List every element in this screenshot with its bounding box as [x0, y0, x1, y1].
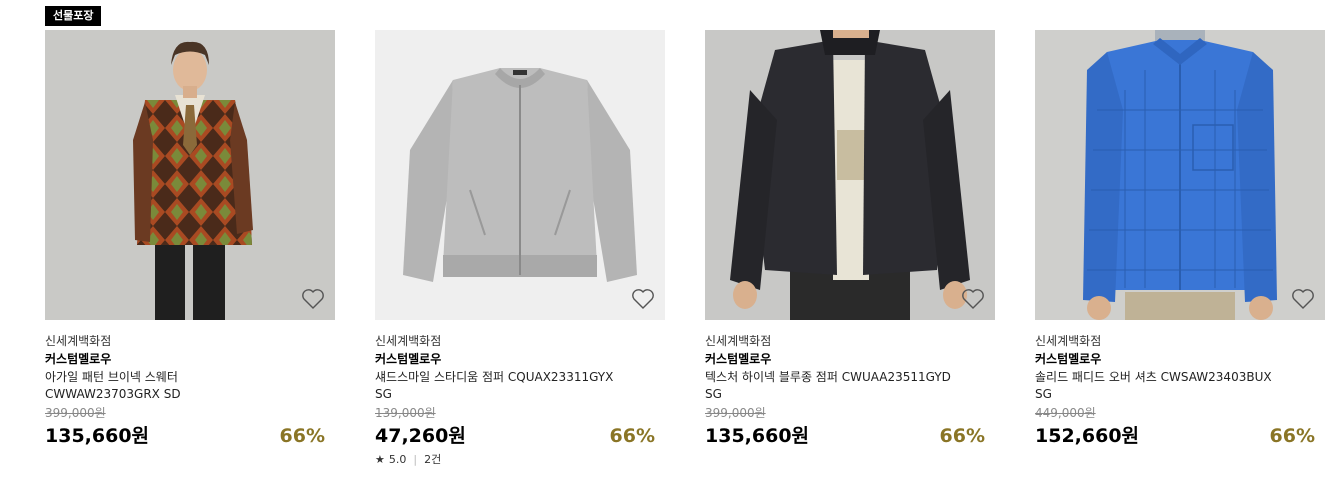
product-card[interactable]: 신세계백화점 커스텀멜로우 솔리드 패디드 오버 셔츠 CWSAW23403BU…: [1035, 30, 1325, 467]
product-name-line1: 솔리드 패디드 오버 셔츠 CWSAW23403BUX: [1035, 370, 1272, 384]
wishlist-heart-icon[interactable]: [631, 288, 655, 310]
product-name-line2: CWWAW23703GRX SD: [45, 387, 181, 401]
product-name-line2: SG: [705, 387, 722, 401]
price-row: 135,660원 66%: [45, 421, 325, 447]
price-row: 47,260원 66%: [375, 421, 655, 447]
store-name[interactable]: 신세계백화점: [705, 333, 995, 350]
black-blouson-image: [705, 30, 995, 320]
argyle-cardigan-image: [45, 30, 335, 320]
product-name-line1: 섀드스마일 스타디움 점퍼 CQUAX23311GYX: [375, 370, 614, 384]
star-icon: ★: [375, 452, 385, 466]
brand-name[interactable]: 커스텀멜로우: [45, 350, 335, 369]
product-name-line2: SG: [375, 387, 392, 401]
product-image[interactable]: [45, 30, 335, 320]
original-price: 449,000원: [1035, 406, 1096, 420]
product-card[interactable]: 신세계백화점 커스텀멜로우 섀드스마일 스타디움 점퍼 CQUAX23311GY…: [375, 30, 665, 467]
discount-rate: 66%: [939, 425, 985, 447]
wishlist-heart-icon[interactable]: [1291, 288, 1315, 310]
product-name-line2: SG: [1035, 387, 1052, 401]
blue-padded-shirt-image: [1035, 30, 1325, 320]
store-name[interactable]: 신세계백화점: [1035, 333, 1325, 350]
sale-price: 152,660원: [1035, 425, 1140, 447]
price-row: 152,660원 66%: [1035, 421, 1315, 447]
product-name-line1: 텍스처 하이넥 블루종 점퍼 CWUAA23511GYD: [705, 370, 951, 384]
original-price: 139,000원: [375, 406, 436, 420]
product-name[interactable]: 솔리드 패디드 오버 셔츠 CWSAW23403BUX SG: [1035, 369, 1315, 403]
store-name[interactable]: 신세계백화점: [375, 333, 665, 350]
sale-price: 135,660원: [705, 425, 810, 447]
review-count: 2건: [424, 453, 442, 466]
product-image[interactable]: [1035, 30, 1325, 320]
product-card[interactable]: 신세계백화점 커스텀멜로우 아가일 패턴 브이넥 스웨터 CWWAW23703G…: [45, 30, 335, 467]
brand-name[interactable]: 커스텀멜로우: [705, 350, 995, 369]
product-name-line1: 아가일 패턴 브이넥 스웨터: [45, 370, 178, 384]
review-summary[interactable]: ★ 5.0 | 2건: [375, 451, 665, 467]
price-row: 135,660원 66%: [705, 421, 985, 447]
product-name[interactable]: 텍스처 하이넥 블루종 점퍼 CWUAA23511GYD SG: [705, 369, 985, 403]
product-name[interactable]: 섀드스마일 스타디움 점퍼 CQUAX23311GYX SG: [375, 369, 655, 403]
discount-rate: 66%: [279, 425, 325, 447]
original-price: 399,000원: [45, 406, 106, 420]
grey-zip-jacket-image: [375, 30, 665, 320]
discount-rate: 66%: [609, 425, 655, 447]
gift-wrap-badge: 선물포장: [45, 6, 102, 26]
product-image[interactable]: [375, 30, 665, 320]
product-name[interactable]: 아가일 패턴 브이넥 스웨터 CWWAW23703GRX SD: [45, 369, 325, 403]
wishlist-heart-icon[interactable]: [961, 288, 985, 310]
wishlist-heart-icon[interactable]: [301, 288, 325, 310]
sale-price: 47,260원: [375, 425, 466, 447]
discount-rate: 66%: [1269, 425, 1315, 447]
brand-name[interactable]: 커스텀멜로우: [375, 350, 665, 369]
rating-value: 5.0: [388, 452, 407, 466]
product-card[interactable]: 신세계백화점 커스텀멜로우 텍스처 하이넥 블루종 점퍼 CWUAA23511G…: [705, 30, 995, 467]
store-name[interactable]: 신세계백화점: [45, 333, 335, 350]
brand-name[interactable]: 커스텀멜로우: [1035, 350, 1325, 369]
product-image[interactable]: [705, 30, 995, 320]
original-price: 399,000원: [705, 406, 766, 420]
review-divider: |: [413, 452, 418, 466]
sale-price: 135,660원: [45, 425, 150, 447]
product-grid: 신세계백화점 커스텀멜로우 아가일 패턴 브이넥 스웨터 CWWAW23703G…: [45, 30, 1325, 467]
